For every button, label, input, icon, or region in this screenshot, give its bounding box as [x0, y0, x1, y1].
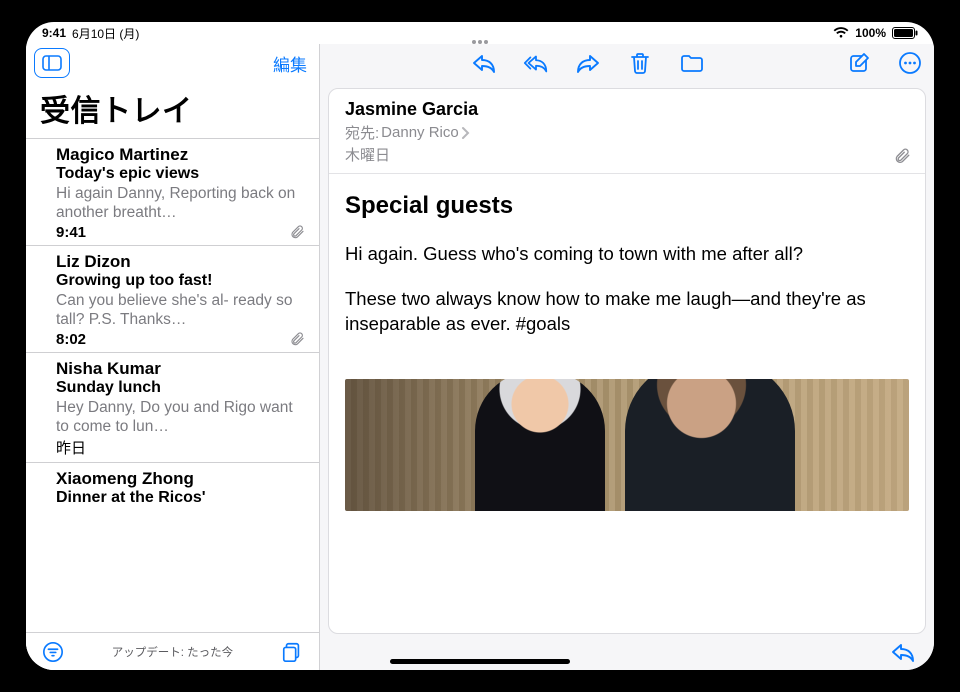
message-list[interactable]: Magico Martinez Today's epic views Hi ag…	[26, 138, 319, 632]
message-sender: Liz Dizon	[56, 252, 305, 272]
message-subject: Today's epic views	[56, 165, 305, 183]
message-sender: Magico Martinez	[56, 145, 305, 165]
message-subject: Dinner at the Ricos'	[56, 489, 305, 507]
mail-paragraph: Hi again. Guess who's coming to town wit…	[345, 242, 909, 267]
mailboxes-button[interactable]	[279, 639, 305, 665]
reply-fab-button[interactable]	[890, 641, 916, 663]
move-folder-icon	[679, 52, 705, 74]
trash-icon	[629, 51, 651, 75]
reply-icon	[471, 52, 497, 74]
mail-paragraph: These two always know how to make me lau…	[345, 287, 909, 337]
paperclip-icon	[289, 224, 305, 240]
filter-button[interactable]	[40, 639, 66, 665]
mail-to-row[interactable]: 宛先: Danny Rico	[345, 122, 909, 143]
more-icon	[898, 51, 922, 75]
reply-icon	[890, 641, 916, 663]
message-preview: Hi again Danny, Reporting back on anothe…	[56, 184, 305, 223]
folders-stack-icon	[281, 641, 303, 663]
toolbar-action-group	[470, 49, 706, 77]
message-time: 9:41	[56, 224, 86, 241]
more-button[interactable]	[896, 49, 924, 77]
message-preview: Can you believe she's al- ready so tall?…	[56, 291, 305, 330]
message-subject: Growing up too fast!	[56, 272, 305, 290]
mail-header[interactable]: Jasmine Garcia 宛先: Danny Rico 木曜日	[329, 89, 925, 174]
battery-icon	[892, 27, 918, 39]
sidebar-toolbar: 編集	[26, 44, 319, 82]
mail-date: 木曜日	[345, 144, 909, 165]
mail-to-name: Danny Rico	[381, 124, 459, 141]
move-button[interactable]	[678, 49, 706, 77]
forward-icon	[575, 52, 601, 74]
mail-body[interactable]: Special guests Hi again. Guess who's com…	[329, 174, 925, 375]
message-item[interactable]: Nisha Kumar Sunday lunch Hey Danny, Do y…	[26, 353, 319, 464]
filter-icon	[42, 641, 64, 663]
compose-icon	[848, 51, 872, 75]
sidebar-toggle-icon	[42, 55, 62, 71]
content-bottom-bar	[320, 634, 934, 670]
update-status: アップデート: たった今	[112, 644, 233, 660]
message-sender: Xiaomeng Zhong	[56, 469, 305, 489]
battery-percent: 100%	[855, 26, 886, 40]
sidebar-bottom-bar: アップデート: たった今	[26, 632, 319, 670]
reply-all-icon	[522, 52, 550, 74]
reply-button[interactable]	[470, 49, 498, 77]
forward-button[interactable]	[574, 49, 602, 77]
message-item[interactable]: Xiaomeng Zhong Dinner at the Ricos'	[26, 463, 319, 511]
sidebar-toggle-button[interactable]	[34, 48, 70, 78]
edit-button[interactable]: 編集	[271, 47, 309, 80]
wifi-icon	[833, 27, 849, 39]
mail-subject: Special guests	[345, 192, 909, 220]
compose-button[interactable]	[846, 49, 874, 77]
paperclip-icon	[893, 147, 911, 165]
message-preview: Hey Danny, Do you and Rigo want to come …	[56, 398, 305, 437]
mailbox-sidebar: 編集 受信トレイ Magico Martinez Today's epic vi…	[26, 44, 320, 670]
mail-from: Jasmine Garcia	[345, 99, 909, 120]
message-sender: Nisha Kumar	[56, 359, 305, 379]
reply-all-button[interactable]	[522, 49, 550, 77]
message-subject: Sunday lunch	[56, 379, 305, 397]
mail-card: Jasmine Garcia 宛先: Danny Rico 木曜日	[328, 88, 926, 634]
message-time: 昨日	[56, 437, 86, 458]
message-item[interactable]: Liz Dizon Growing up too fast! Can you b…	[26, 246, 319, 353]
mail-to-label: 宛先:	[345, 122, 379, 143]
status-time: 9:41	[42, 26, 66, 40]
home-indicator[interactable]	[390, 659, 570, 664]
mail-inline-image[interactable]	[345, 379, 909, 511]
mail-content-pane: Jasmine Garcia 宛先: Danny Rico 木曜日	[320, 44, 934, 670]
message-item[interactable]: Magico Martinez Today's epic views Hi ag…	[26, 138, 319, 246]
mailbox-title: 受信トレイ	[26, 82, 319, 138]
status-date: 6月10日 (月)	[72, 25, 139, 42]
chevron-right-icon	[461, 126, 470, 140]
message-time: 8:02	[56, 331, 86, 348]
paperclip-icon	[289, 331, 305, 347]
delete-button[interactable]	[626, 49, 654, 77]
content-toolbar	[320, 44, 934, 82]
